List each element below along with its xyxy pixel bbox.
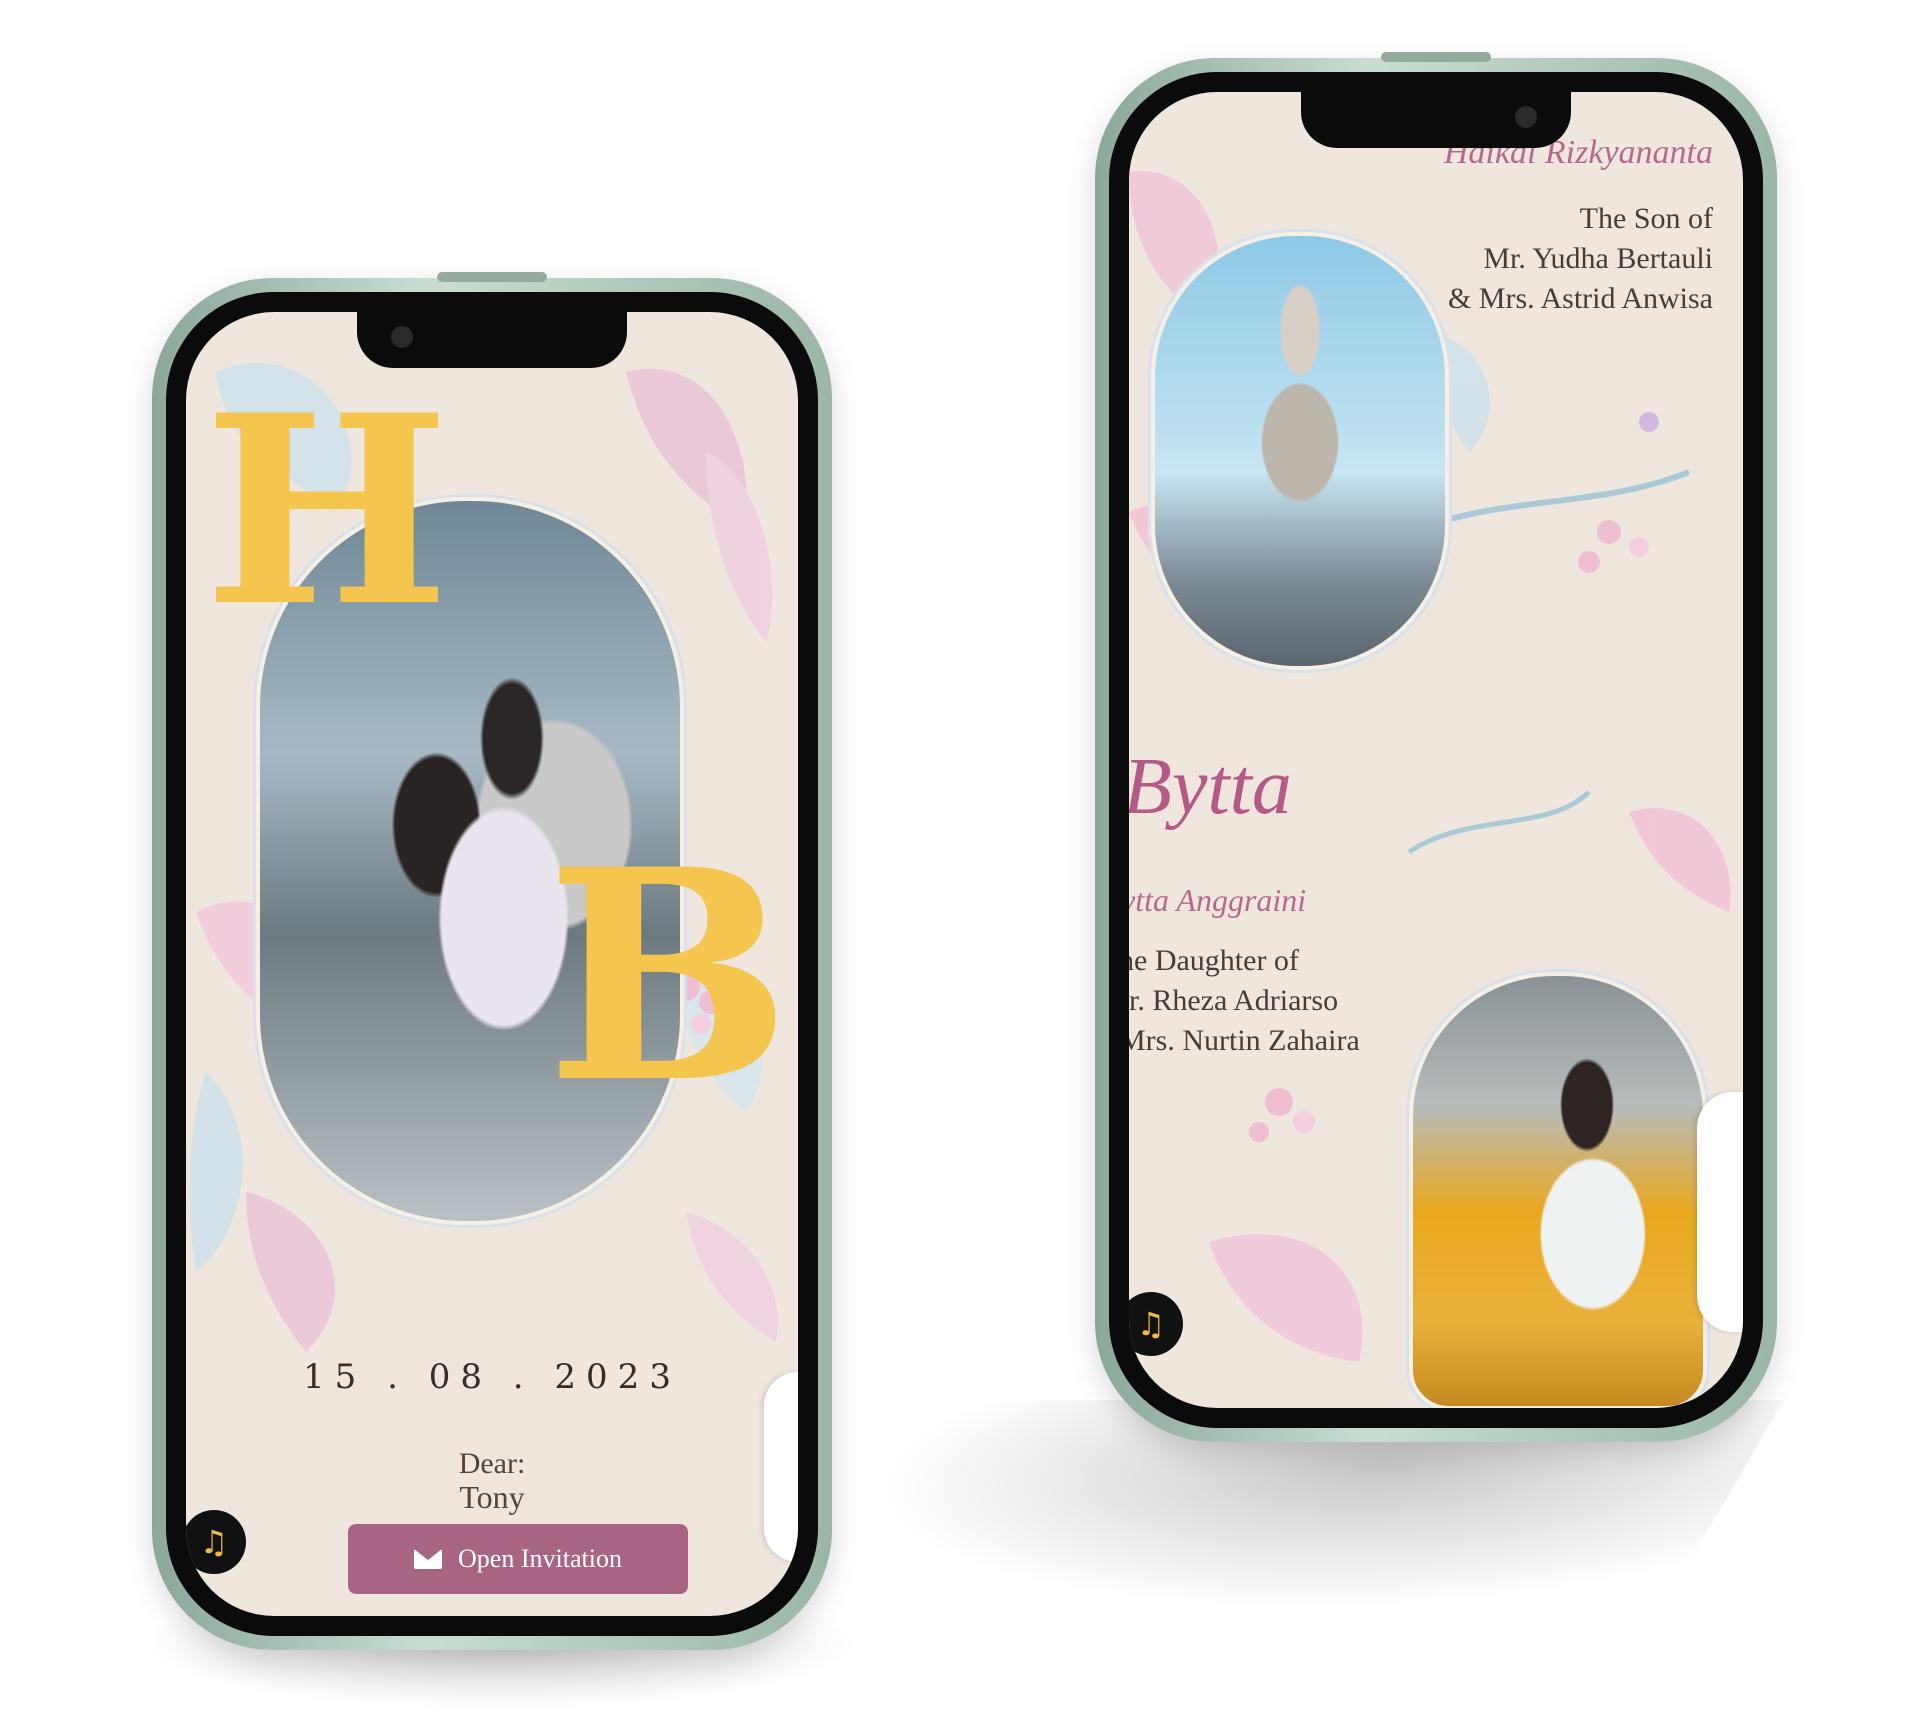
camera-icon [1515,106,1537,128]
open-invitation-label: Open Invitation [458,1544,622,1573]
groom-parent-line: The Son of [1579,202,1713,235]
side-panel-tab[interactable] [1697,1092,1743,1332]
mockup-stage: H B 15 . 08 . 2023 Dear: Tony Open Invit… [0,0,1920,1717]
wedding-date: 15 . 08 . 2023 [303,1357,681,1397]
music-icon: ♫ [1136,1305,1166,1343]
side-panel-tab[interactable] [764,1372,798,1562]
flower-decoration [1209,1234,1363,1362]
notch [1301,92,1571,148]
open-invitation-button[interactable]: Open Invitation [348,1524,688,1594]
flower-decoration [686,1212,778,1342]
monogram-first-letter: H [204,359,450,664]
berry-decoration [1629,537,1649,557]
phone-speaker [1381,52,1491,62]
leaf-decoration [706,452,773,642]
bride-groom-screen: Haikal Rizkyananta The Son of Mr. Yudha … [1129,92,1743,1408]
berry-decoration [1578,551,1600,573]
camera-icon [391,326,413,348]
groom-parent-line: Mr. Yudha Bertauli [1483,242,1713,275]
dear-label: Dear: [458,1447,526,1480]
bride-nickname: Bytta [1129,743,1292,831]
envelope-icon [414,1549,443,1569]
berry-decoration [1639,412,1659,432]
bride-parent-line: Ir. Rheza Adriarso [1129,984,1339,1017]
berry-decoration [1265,1088,1293,1116]
berry-decoration [1249,1122,1269,1142]
bride-parent-line: Mrs. Nurtin Zahaira [1129,1024,1360,1057]
music-icon: ♫ [199,1523,229,1561]
phone-right: Haikal Rizkyananta The Son of Mr. Yudha … [1095,52,1777,1442]
invitation-cover-screen: H B 15 . 08 . 2023 Dear: Tony Open Invit… [186,312,798,1616]
berry-decoration [1597,520,1621,544]
phone-speaker [437,272,547,282]
flower-decoration [1629,808,1731,912]
flower-decoration [246,1192,335,1352]
guest-name: Tony [459,1479,525,1515]
bride-full-name: ytta Anggraini [1129,882,1307,918]
groom-parent-line: & Mrs. Astrid Anwisa [1447,282,1713,315]
berry-decoration [1293,1111,1315,1133]
vine-decoration [1407,790,1591,855]
bride-photo [1409,972,1707,1408]
phone-left: H B 15 . 08 . 2023 Dear: Tony Open Invit… [152,272,832,1650]
bride-parent-line: he Daughter of [1129,944,1299,977]
leaf-decoration [189,1072,244,1272]
monogram-second-letter: B [546,807,792,1147]
notch [357,312,627,368]
groom-photo [1151,232,1449,670]
